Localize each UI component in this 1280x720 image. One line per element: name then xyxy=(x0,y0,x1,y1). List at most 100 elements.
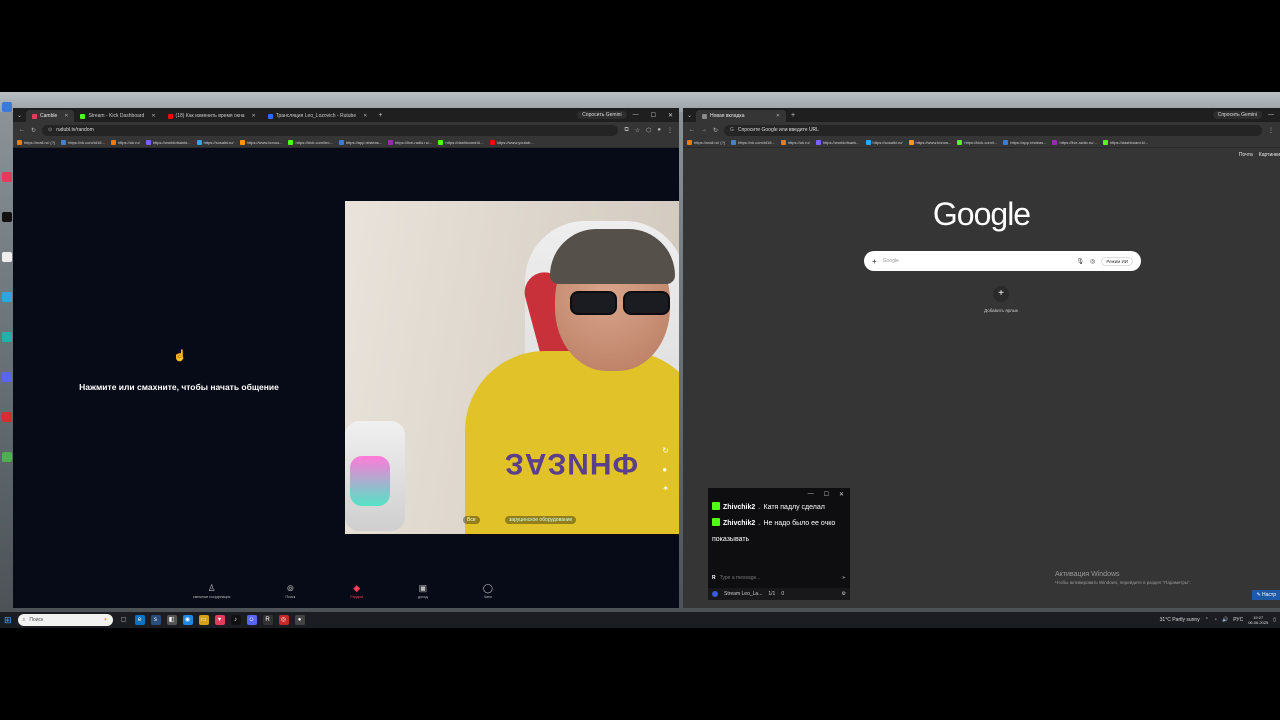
windows-start-icon[interactable]: ⊞ xyxy=(4,615,12,626)
close-window-icon[interactable]: ✕ xyxy=(662,112,679,119)
app-icon[interactable]: ♥ xyxy=(214,615,225,625)
bookmark-item[interactable]: https://mail.ru/ (?) xyxy=(687,140,725,145)
nav-item-chat[interactable]: ◯ Чаты xyxy=(483,583,493,605)
weather-widget[interactable]: 31°C Partly sunny xyxy=(1160,617,1200,623)
nav-item-search[interactable]: ⊚ Поиск xyxy=(286,583,296,605)
bookmark-item[interactable]: https://sosalki.ru/ xyxy=(196,140,234,145)
chrome-icon[interactable]: ◎ xyxy=(278,615,289,625)
minimize-icon[interactable]: — xyxy=(627,112,645,118)
bookmark-item[interactable]: https://www.bonus... xyxy=(239,140,282,145)
new-tab-button[interactable]: + xyxy=(373,112,387,119)
bookmark-item[interactable]: https://www.bonus... xyxy=(908,140,951,145)
gemini-button[interactable]: Спросить Gemini xyxy=(1212,111,1262,119)
bookmark-item[interactable]: https://app.resteas... xyxy=(1003,140,1046,145)
tiktok-icon[interactable]: ♪ xyxy=(230,615,241,625)
desktop-shortcut-icon[interactable] xyxy=(2,292,12,302)
taskbar-search[interactable]: ⌕ Поиск ✦ xyxy=(17,614,113,626)
gemini-button[interactable]: Спросить Gemini xyxy=(577,111,627,119)
reload-icon[interactable]: ↻ xyxy=(713,127,718,134)
chat-username[interactable]: Zhivchik2 xyxy=(723,520,755,527)
minimize-icon[interactable]: — xyxy=(1262,112,1280,118)
bookmark-item[interactable]: https://live-radio.ru/... xyxy=(388,140,432,145)
extensions-icon[interactable]: ⬡ xyxy=(646,127,651,134)
nav-item-random[interactable]: ◆ Рандом xyxy=(350,583,363,605)
tab-camble[interactable]: Camble ✕ xyxy=(26,110,75,122)
bookmark-item[interactable]: https://dashboard.ki... xyxy=(438,140,484,145)
close-icon[interactable]: ✕ xyxy=(839,491,844,498)
customize-button[interactable]: ✎ Настр xyxy=(1252,590,1280,600)
bookmark-item[interactable]: https://www.youtub... xyxy=(489,140,534,145)
folder-icon[interactable]: ▭ xyxy=(198,615,209,625)
tab-youtube[interactable]: (18) Как изменить время окна ✕ xyxy=(162,110,262,122)
network-icon[interactable]: ◔ xyxy=(1214,617,1217,623)
edge-icon[interactable]: e xyxy=(134,615,145,625)
translate-icon[interactable]: ⧉ xyxy=(624,127,628,134)
send-icon[interactable]: ➤ xyxy=(842,575,846,581)
desktop-shortcut-icon[interactable] xyxy=(2,212,12,222)
close-icon[interactable]: ✕ xyxy=(359,113,367,119)
menu-icon[interactable]: ⋮ xyxy=(1268,127,1274,134)
obs-icon[interactable]: ● xyxy=(294,615,305,625)
desktop-shortcut-icon[interactable] xyxy=(2,102,12,112)
task-view-icon[interactable]: ▢ xyxy=(119,615,129,625)
bookmark-item[interactable]: https://sosalki.ru/ xyxy=(865,140,903,145)
close-icon[interactable]: ✕ xyxy=(772,113,780,119)
app-icon[interactable]: ◉ xyxy=(182,615,193,625)
discord-icon[interactable]: ☺ xyxy=(246,615,257,625)
language-indicator[interactable]: РУС xyxy=(1233,617,1243,623)
url-field[interactable]: ⊙ rudubl.tv/random xyxy=(42,124,619,136)
tab-kick-dashboard[interactable]: Stream - Kick Dashboard ✕ xyxy=(74,110,161,122)
tab-search-icon[interactable]: ⌄ xyxy=(13,112,26,119)
steam-icon[interactable]: s xyxy=(150,615,161,625)
explorer-icon[interactable]: ◧ xyxy=(166,615,177,625)
settings-gear-icon[interactable]: ⚙ xyxy=(842,591,846,597)
maximize-icon[interactable]: ☐ xyxy=(645,112,662,119)
dot-icon[interactable]: ● xyxy=(662,465,669,474)
profile-icon[interactable]: ● xyxy=(657,127,661,133)
ai-mode-button[interactable]: Режим ИИ xyxy=(1101,256,1133,266)
close-icon[interactable]: ✕ xyxy=(248,113,256,119)
bookmark-item[interactable]: https://app.resteas... xyxy=(338,140,382,145)
nav-item-wallet[interactable]: ▣ доход xyxy=(418,583,428,605)
google-search-box[interactable]: + Google 🎙 ◎ Режим ИИ xyxy=(864,251,1141,271)
volume-icon[interactable]: 🔊 xyxy=(1222,617,1228,623)
forward-icon[interactable]: → xyxy=(701,127,707,133)
menu-icon[interactable]: ⋮ xyxy=(667,127,673,134)
back-icon[interactable]: ← xyxy=(689,127,695,133)
close-icon[interactable]: ✕ xyxy=(147,113,155,119)
close-icon[interactable]: ✕ xyxy=(60,113,68,119)
rotate-camera-icon[interactable]: ↻ xyxy=(662,446,669,455)
lens-icon[interactable]: ◎ xyxy=(1090,258,1095,265)
bookmark-item[interactable]: https://kick.com/l... xyxy=(957,140,997,145)
minimize-icon[interactable]: — xyxy=(808,491,814,497)
desktop-shortcut-icon[interactable] xyxy=(2,172,12,182)
chat-start-panel[interactable]: ☝ Нажмите или смахните, чтобы начать общ… xyxy=(13,149,345,608)
images-link[interactable]: Картинки xyxy=(1259,152,1280,158)
clock[interactable]: 19:27 06.06.2025 xyxy=(1248,615,1268,625)
new-tab-button[interactable]: + xyxy=(786,112,800,119)
back-icon[interactable]: ← xyxy=(19,127,25,133)
desktop-shortcut-icon[interactable] xyxy=(2,412,12,422)
bookmark-item[interactable]: https://vk.com/id18... xyxy=(61,140,105,145)
desktop-shortcut-icon[interactable] xyxy=(2,332,12,342)
tray-overflow-icon[interactable]: ⌃ xyxy=(1205,617,1209,623)
chat-username[interactable]: Zhivchik2 xyxy=(723,504,755,511)
stream-label[interactable]: Stream Leo_La... xyxy=(724,591,762,597)
bookmark-item[interactable]: https://ok.ru/ xyxy=(110,140,140,145)
bookmark-item[interactable]: https://kick.com/leo... xyxy=(288,140,333,145)
app-icon[interactable]: R xyxy=(262,615,273,625)
bookmark-item[interactable]: https://live-radio.ru/... xyxy=(1052,140,1097,145)
bookmark-item[interactable]: https://worldofsank... xyxy=(815,140,860,145)
mail-link[interactable]: Почта xyxy=(1239,152,1253,158)
bookmark-item[interactable]: https://mail.ru/ (?) xyxy=(17,140,55,145)
bookmark-item[interactable]: https://worldofsankt... xyxy=(145,140,191,145)
add-shortcut-button[interactable]: + xyxy=(993,286,1009,302)
reload-icon[interactable]: ↻ xyxy=(31,127,36,134)
bookmark-item[interactable]: https://ok.ru/ xyxy=(780,140,810,145)
tab-new-tab[interactable]: Новая вкладка ✕ xyxy=(696,110,787,122)
tab-search-icon[interactable]: ⌄ xyxy=(683,112,696,119)
desktop-shortcut-icon[interactable] xyxy=(2,372,12,382)
microphone-icon[interactable]: 🎙 xyxy=(1077,258,1085,265)
filter-badge[interactable]: Все xyxy=(463,516,480,524)
webcam-video[interactable]: ЗАЗИНФ ↻ ● ✦ Все заруцинское оборудовани… xyxy=(345,201,679,534)
